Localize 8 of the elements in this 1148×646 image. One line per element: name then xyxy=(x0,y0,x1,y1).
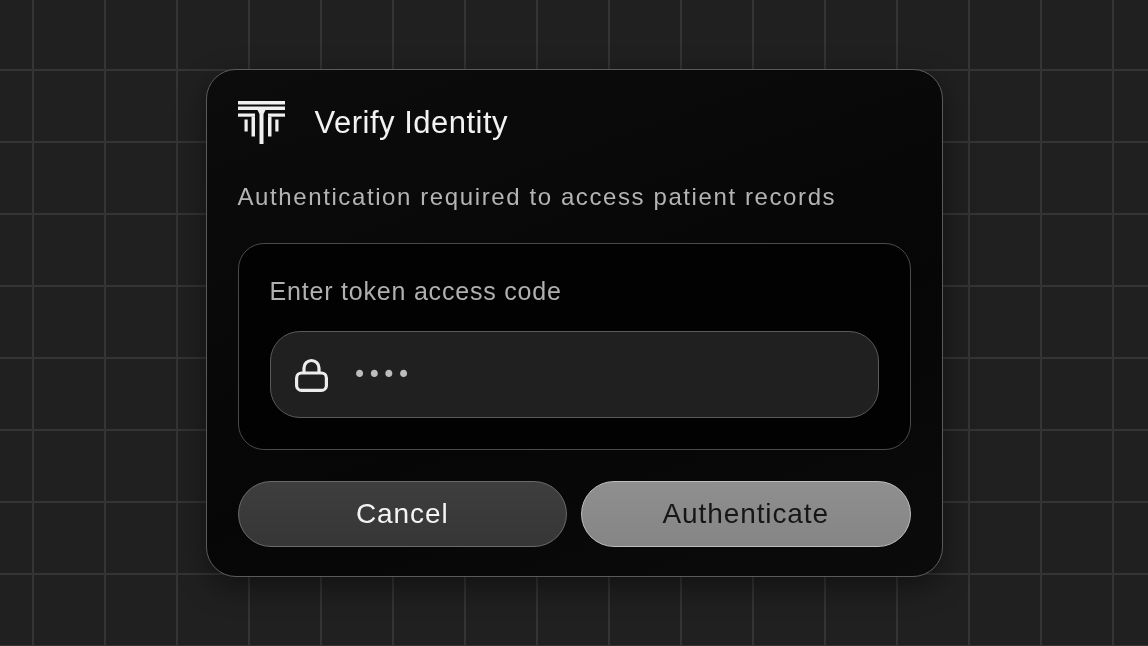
cancel-button[interactable]: Cancel xyxy=(237,481,567,547)
logo-icon xyxy=(237,101,285,144)
access-code-field[interactable]: •••• xyxy=(269,331,879,418)
field-label: Enter token access code xyxy=(269,277,563,305)
authenticate-button[interactable]: Authenticate xyxy=(581,481,911,547)
lock-icon xyxy=(294,357,328,392)
dialog-subtitle: Authentication required to access patient records xyxy=(237,183,838,211)
dialog-title: Verify Identity xyxy=(314,104,509,141)
